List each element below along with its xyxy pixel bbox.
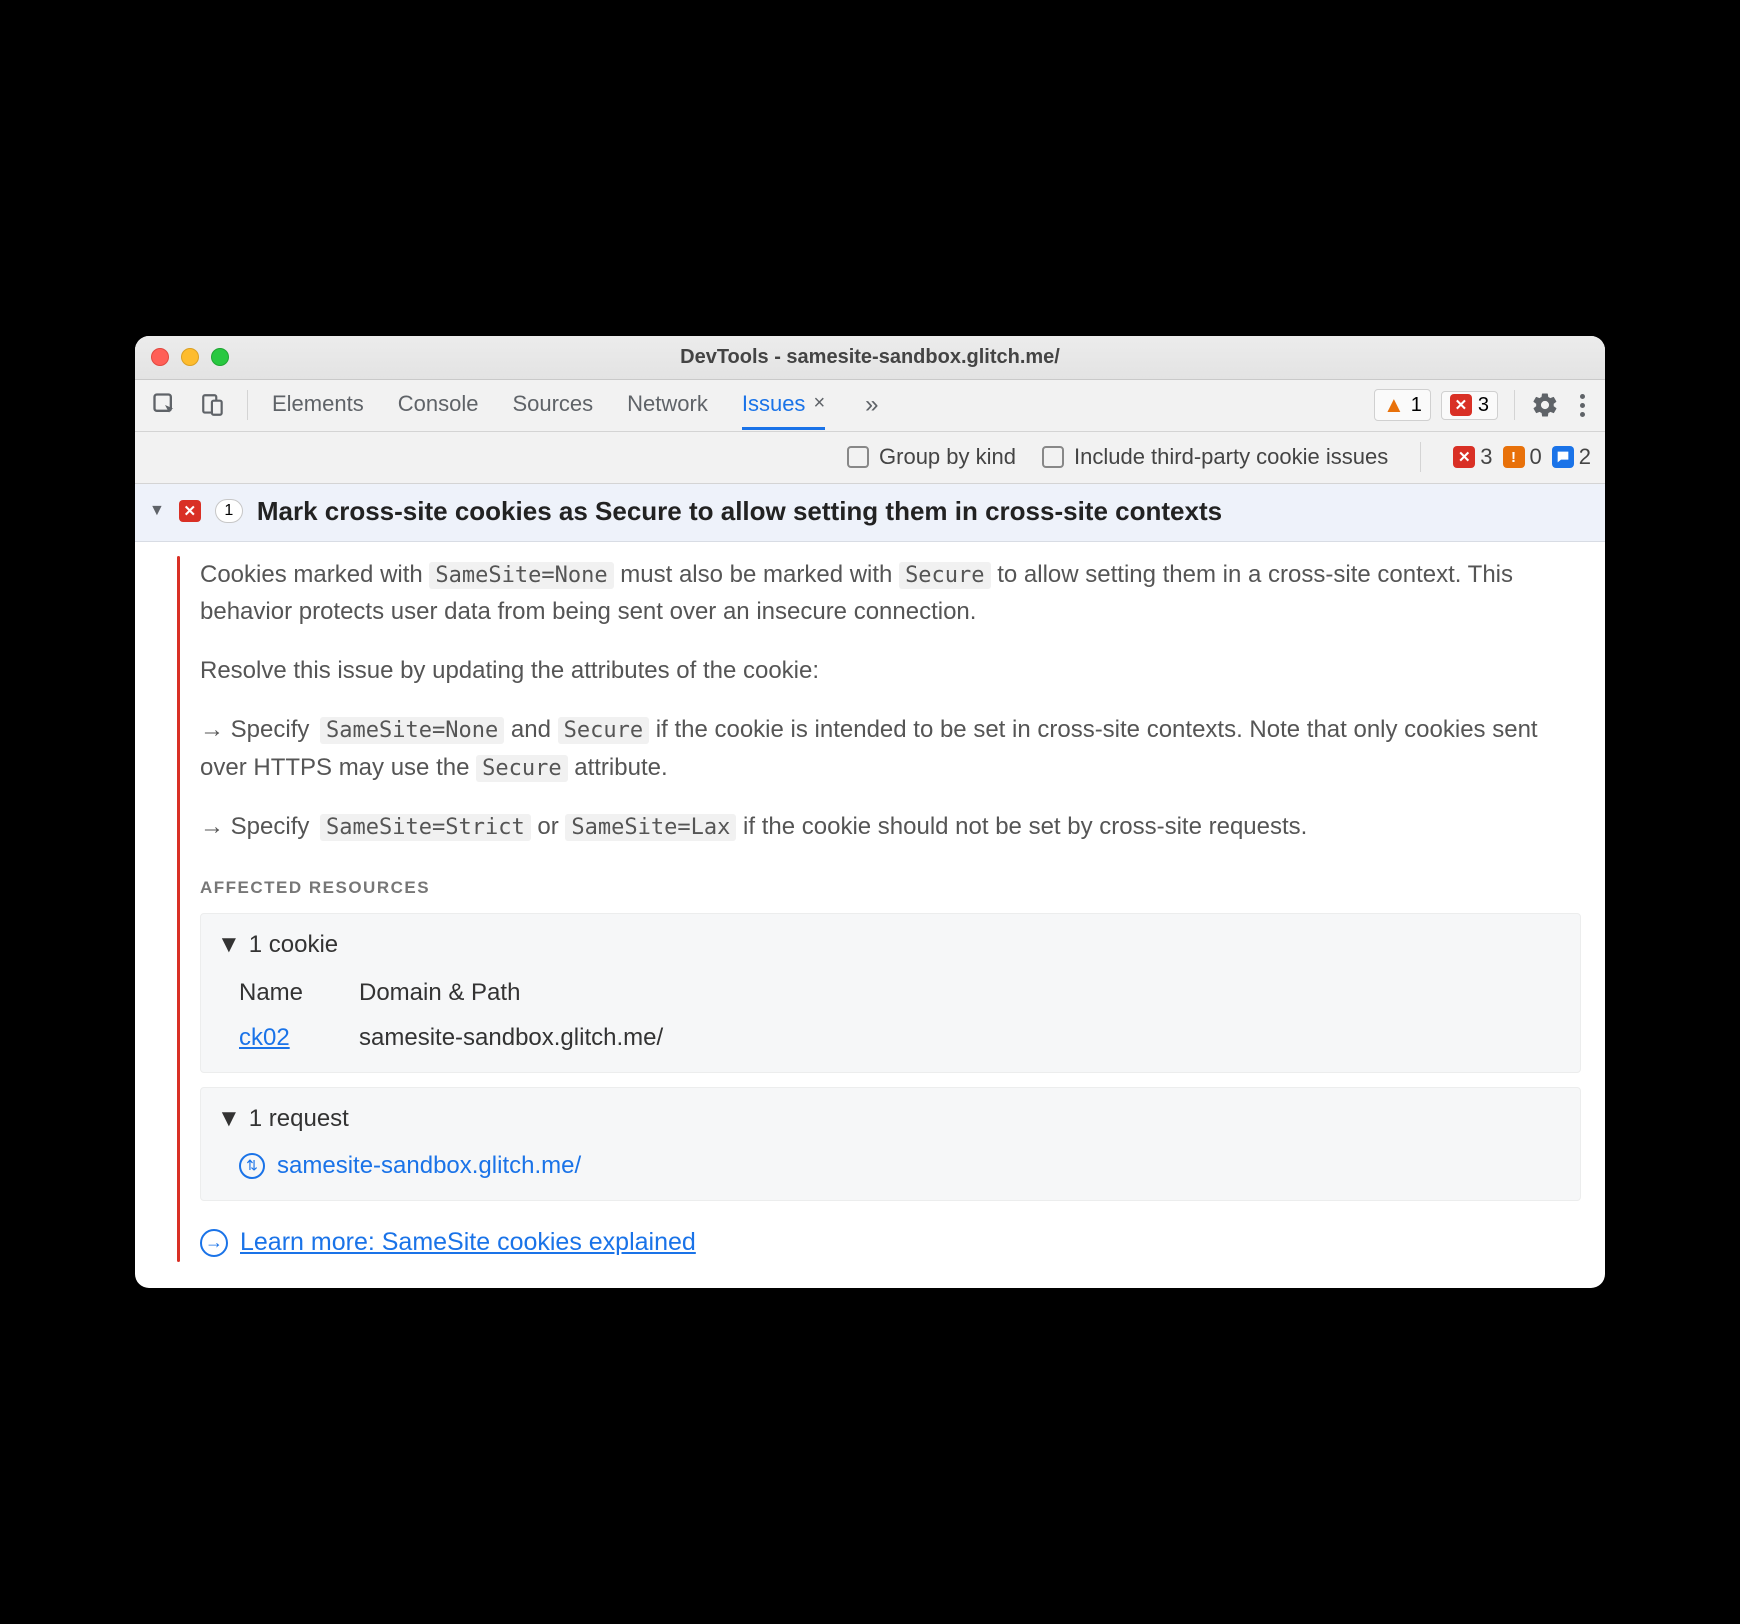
tab-elements[interactable]: Elements <box>272 381 364 430</box>
code-samesite-strict: SameSite=Strict <box>320 814 531 841</box>
issues-filterbar: Group by kind Include third-party cookie… <box>135 432 1605 484</box>
open-external-icon: → <box>200 1229 228 1257</box>
errors-count: 3 <box>1478 394 1489 417</box>
errors-filter-count: 3 <box>1480 444 1492 470</box>
table-header: Name Domain & Path <box>239 974 1564 1011</box>
settings-gear-icon[interactable] <box>1531 391 1559 419</box>
learn-more-row: → Learn more: SameSite cookies explained <box>200 1223 1581 1262</box>
disclosure-triangle-icon[interactable]: ▼ <box>149 502 165 520</box>
cookie-table: Name Domain & Path ck02 samesite-sandbox… <box>239 974 1564 1056</box>
code-samesite-lax: SameSite=Lax <box>565 814 736 841</box>
window-title: DevTools - samesite-sandbox.glitch.me/ <box>151 346 1589 369</box>
panel-tabs: Elements Console Sources Network Issues … <box>262 381 884 430</box>
issue-content: Cookies marked with SameSite=None must a… <box>200 556 1581 1262</box>
affected-cookies-box: ▼ 1 cookie Name Domain & Path ck02 sames… <box>200 913 1581 1073</box>
tab-issues-label: Issues <box>742 391 806 417</box>
cookie-name-link[interactable]: ck02 <box>239 1024 290 1051</box>
cookie-domain: samesite-sandbox.glitch.me/ <box>359 1019 1564 1056</box>
issue-category-counts: ✕ 3 ! 0 2 <box>1453 444 1591 470</box>
tab-sources[interactable]: Sources <box>512 381 593 430</box>
close-tab-icon[interactable]: × <box>813 392 825 415</box>
close-window-button[interactable] <box>151 348 169 366</box>
table-row: ck02 samesite-sandbox.glitch.me/ <box>239 1019 1564 1056</box>
include-third-party-label: Include third-party cookie issues <box>1074 444 1388 470</box>
code-samesite-none: SameSite=None <box>429 562 613 589</box>
error-x-icon: ✕ <box>1453 446 1475 468</box>
traffic-lights <box>151 348 229 366</box>
info-filter[interactable]: 2 <box>1552 444 1591 470</box>
affected-cookies-header: 1 cookie <box>249 926 338 963</box>
col-name: Name <box>239 974 359 1011</box>
warnings-count: 1 <box>1411 394 1422 417</box>
issue-header-row[interactable]: ▼ ✕ 1 Mark cross-site cookies as Secure … <box>135 484 1605 542</box>
warnings-filter[interactable]: ! 0 <box>1503 444 1542 470</box>
error-x-icon: ✕ <box>179 500 201 522</box>
warning-triangle-icon: ▲ <box>1383 392 1405 418</box>
window-titlebar: DevTools - samesite-sandbox.glitch.me/ <box>135 336 1605 380</box>
minimize-window-button[interactable] <box>181 348 199 366</box>
checkbox-icon <box>847 446 869 468</box>
code-samesite-none: SameSite=None <box>320 717 504 744</box>
more-options-icon[interactable] <box>1569 394 1595 417</box>
bullet-1: → Specify SameSite=None and Secure if th… <box>200 711 1581 785</box>
warnings-filter-count: 0 <box>1530 444 1542 470</box>
issue-body: Cookies marked with SameSite=None must a… <box>135 542 1605 1288</box>
separator <box>247 390 248 420</box>
affected-requests-header: 1 request <box>249 1100 349 1137</box>
inspect-element-icon[interactable] <box>145 388 185 422</box>
col-domain: Domain & Path <box>359 974 1564 1011</box>
request-row: ⇅ samesite-sandbox.glitch.me/ <box>239 1147 1564 1184</box>
tab-network[interactable]: Network <box>627 381 708 430</box>
disclosure-triangle-icon: ▼ <box>217 926 241 963</box>
errors-badge[interactable]: ✕ 3 <box>1441 391 1498 420</box>
include-third-party-checkbox[interactable]: Include third-party cookie issues <box>1042 444 1388 470</box>
toolbar-right: ▲ 1 ✕ 3 <box>1374 389 1595 421</box>
request-url-link[interactable]: samesite-sandbox.glitch.me/ <box>277 1147 581 1184</box>
group-by-kind-checkbox[interactable]: Group by kind <box>847 444 1016 470</box>
disclosure-triangle-icon: ▼ <box>217 1100 241 1137</box>
issue-description: Cookies marked with SameSite=None must a… <box>200 556 1581 630</box>
devtools-tabbar: Elements Console Sources Network Issues … <box>135 380 1605 432</box>
error-x-icon: ✕ <box>1450 394 1472 416</box>
group-by-kind-label: Group by kind <box>879 444 1016 470</box>
checkbox-icon <box>1042 446 1064 468</box>
tabs-overflow-icon[interactable]: » <box>859 391 884 419</box>
resolve-instructions: Resolve this issue by updating the attri… <box>200 652 1581 689</box>
devtools-window: DevTools - samesite-sandbox.glitch.me/ E… <box>135 336 1605 1288</box>
tab-console[interactable]: Console <box>398 381 479 430</box>
learn-more-link[interactable]: Learn more: SameSite cookies explained <box>240 1223 696 1262</box>
affected-resources-label: AFFECTED RESOURCES <box>200 875 1581 901</box>
errors-filter[interactable]: ✕ 3 <box>1453 444 1492 470</box>
code-secure: Secure <box>476 755 567 782</box>
request-arrow-icon: ⇅ <box>239 1153 265 1179</box>
toggle-device-toolbar-icon[interactable] <box>193 388 233 422</box>
zoom-window-button[interactable] <box>211 348 229 366</box>
issue-count-pill: 1 <box>215 499 243 523</box>
severity-stripe <box>177 556 180 1262</box>
code-secure: Secure <box>899 562 990 589</box>
warnings-badge[interactable]: ▲ 1 <box>1374 389 1431 421</box>
separator <box>1514 390 1515 420</box>
info-filter-count: 2 <box>1579 444 1591 470</box>
affected-cookies-toggle[interactable]: ▼ 1 cookie <box>217 926 1564 963</box>
code-secure: Secure <box>558 717 649 744</box>
affected-requests-box: ▼ 1 request ⇅ samesite-sandbox.glitch.me… <box>200 1087 1581 1201</box>
separator <box>1420 442 1421 472</box>
issue-title: Mark cross-site cookies as Secure to all… <box>257 496 1222 527</box>
tab-issues[interactable]: Issues × <box>742 381 825 430</box>
warning-bang-icon: ! <box>1503 446 1525 468</box>
bullet-2: → Specify SameSite=Strict or SameSite=La… <box>200 808 1581 845</box>
info-speech-icon <box>1552 446 1574 468</box>
affected-requests-toggle[interactable]: ▼ 1 request <box>217 1100 1564 1137</box>
